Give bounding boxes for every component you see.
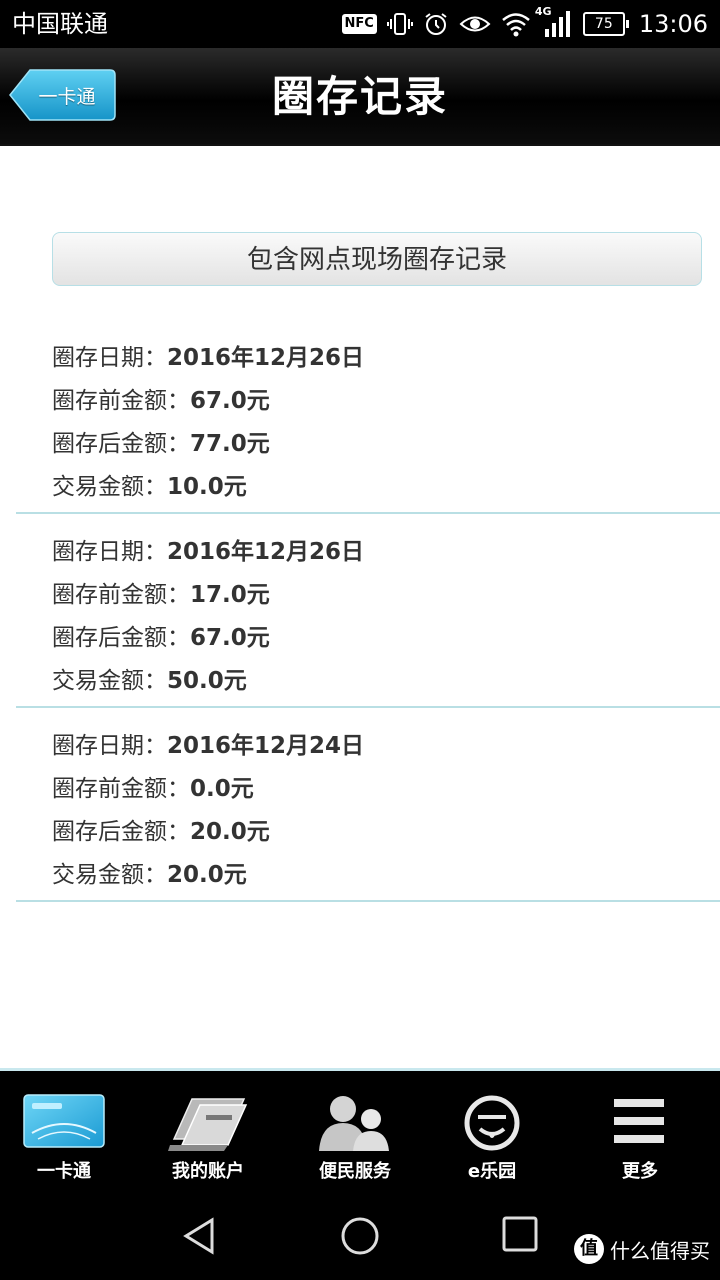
alarm-icon: [425, 13, 447, 35]
status-icons: NFC 4G 75 13:06: [341, 5, 708, 41]
tab-more[interactable]: 更多: [568, 1085, 712, 1189]
battery-icon: 75: [582, 12, 629, 36]
list-item: 圈存日期：2016年12月24日 圈存前金额：0.0元 圈存后金额：20.0元 …: [16, 708, 720, 902]
page-title: 圈存记录: [271, 72, 448, 121]
record-amount-row: 交易金额：20.0元: [52, 862, 247, 888]
record-date-row: 圈存日期：2016年12月26日: [52, 345, 365, 371]
tab-convenience-services[interactable]: 便民服务: [283, 1085, 427, 1189]
tab-my-account[interactable]: 我的账户: [136, 1085, 280, 1189]
record-after-row: 圈存后金额：77.0元: [52, 431, 270, 457]
nav-back-icon[interactable]: [180, 1216, 220, 1256]
list-item: 圈存日期：2016年12月26日 圈存前金额：17.0元 圈存后金额：67.0元…: [16, 514, 720, 708]
wifi-icon: [502, 13, 530, 37]
menu-icon: [614, 1099, 664, 1143]
smiley-icon: [464, 1095, 520, 1151]
include-onsite-records-button[interactable]: 包含网点现场圈存记录: [52, 232, 702, 286]
carrier-name: 中国联通: [12, 10, 108, 38]
tab-label: 更多: [622, 1161, 658, 1182]
tab-label: 一卡通: [37, 1161, 91, 1182]
record-before-row: 圈存前金额：0.0元: [52, 776, 254, 802]
title-bar: 一卡通 圈存记录: [0, 48, 720, 146]
tab-e-paradise[interactable]: e乐园: [420, 1085, 564, 1189]
list-item: 圈存日期：2016年12月26日 圈存前金额：67.0元 圈存后金额：77.0元…: [16, 320, 720, 514]
record-before-row: 圈存前金额：17.0元: [52, 582, 270, 608]
nav-recents-icon[interactable]: [502, 1216, 538, 1252]
record-amount-row: 交易金额：10.0元: [52, 474, 247, 500]
record-date-row: 圈存日期：2016年12月26日: [52, 539, 365, 565]
record-amount-row: 交易金额：50.0元: [52, 668, 247, 694]
tab-label: e乐园: [467, 1161, 517, 1182]
people-icon: [319, 1096, 389, 1151]
clock: 13:06: [638, 10, 708, 38]
watermark-text: 什么值得买: [610, 1238, 710, 1263]
tab-yikatong[interactable]: 一卡通: [0, 1085, 136, 1189]
nfc-icon: NFC: [341, 14, 377, 34]
signal-icon: 4G: [535, 5, 573, 39]
watermark-badge: 值: [574, 1234, 604, 1264]
vibrate-icon: [386, 13, 413, 35]
card-icon: [23, 1094, 105, 1148]
status-bar: 中国联通 NFC 4G 75 13:06: [0, 0, 720, 48]
tab-label: 便民服务: [319, 1161, 391, 1182]
filter-button-label: 包含网点现场圈存记录: [246, 245, 507, 275]
record-before-row: 圈存前金额：67.0元: [52, 388, 270, 414]
account-icon: [168, 1098, 248, 1151]
record-date-row: 圈存日期：2016年12月24日: [52, 733, 365, 759]
tab-label: 我的账户: [172, 1161, 244, 1182]
system-nav-bar: 值 什么值得买: [0, 1194, 720, 1280]
record-after-row: 圈存后金额：20.0元: [52, 819, 270, 845]
bottom-tab-bar: 一卡通 我的账户 便民服务 e乐园 更多: [0, 1068, 720, 1194]
eye-icon: [459, 16, 491, 32]
nav-home-icon[interactable]: [340, 1216, 380, 1256]
watermark: 值 什么值得买: [574, 1234, 710, 1264]
record-after-row: 圈存后金额：67.0元: [52, 625, 270, 651]
